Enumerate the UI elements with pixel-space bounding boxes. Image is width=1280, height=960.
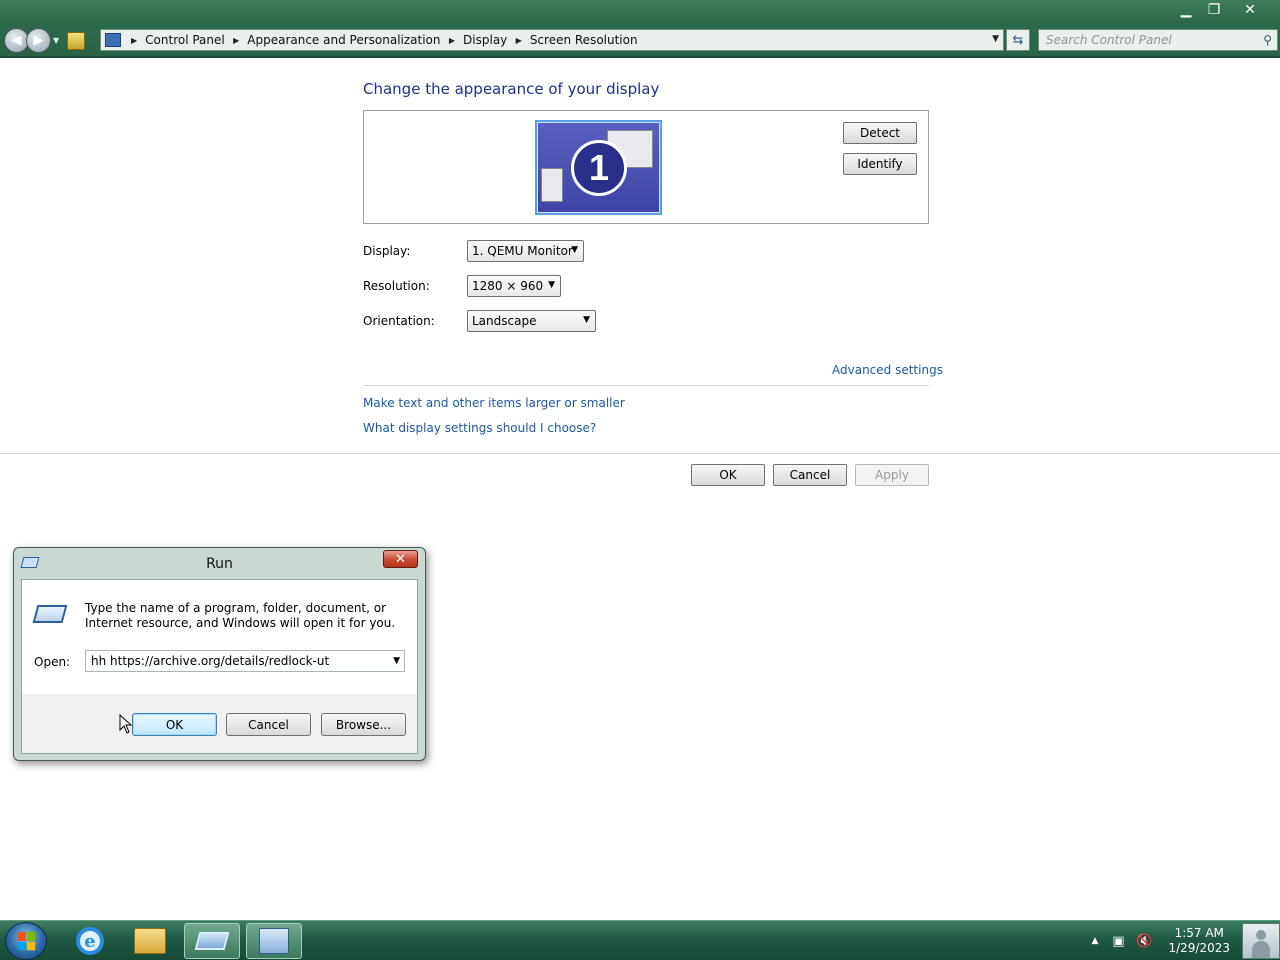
breadcrumb-control-panel[interactable]: Control Panel ▶ [145, 33, 247, 47]
close-icon: ✕ [395, 551, 406, 567]
search-icon[interactable]: ⚲ [1263, 33, 1272, 47]
pointer-arrow-icon [119, 714, 133, 734]
system-tray: ▲ ▣ 🔇 1:57 AM 1/29/2023 [1092, 921, 1230, 960]
divider [363, 385, 929, 386]
monitor-number-badge: 1 [571, 140, 627, 196]
ok-button[interactable]: OK [691, 464, 765, 486]
chevron-down-icon: ▼ [548, 280, 555, 290]
window-controls: ▁ ❐ ✕ [1172, 0, 1272, 20]
chevron-down-icon[interactable]: ▼ [393, 656, 400, 666]
display-settings-help-link[interactable]: What display settings should I choose? [363, 421, 596, 435]
resolution-select-value: 1280 × 960 [472, 279, 544, 293]
orientation-select-value: Landscape [472, 314, 537, 328]
chevron-right-icon: ▶ [513, 35, 522, 45]
clock-date: 1/29/2023 [1168, 941, 1230, 955]
network-icon[interactable]: ▣ [1110, 933, 1126, 949]
breadcrumb-label: Screen Resolution [529, 33, 638, 47]
text-size-link[interactable]: Make text and other items larger or smal… [363, 396, 625, 410]
minimize-button[interactable]: ▁ [1172, 0, 1200, 20]
restore-button[interactable]: ❐ [1200, 0, 1228, 20]
start-button[interactable] [5, 922, 47, 960]
refresh-icon: ⇆ [1012, 32, 1024, 48]
control-panel-icon [259, 928, 289, 954]
search-placeholder: Search Control Panel [1046, 33, 1172, 47]
identify-button[interactable]: Identify [843, 153, 917, 175]
user-icon [1251, 928, 1271, 958]
resolution-label: Resolution: [363, 279, 430, 293]
clock-time: 1:57 AM [1174, 926, 1224, 940]
run-icon [32, 605, 68, 623]
run-dialog: Run ✕ Type the name of a program, folder… [13, 547, 426, 761]
page-title: Change the appearance of your display [363, 80, 660, 98]
address-dropdown-icon[interactable]: ▼ [992, 34, 999, 44]
chevron-down-icon: ▼ [571, 245, 578, 255]
windows-logo-icon [17, 931, 36, 951]
orientation-label: Orientation: [363, 314, 435, 328]
internet-explorer-icon: e [76, 927, 104, 955]
back-arrow-icon: ◀ [11, 33, 22, 48]
run-cancel-button[interactable]: Cancel [226, 713, 311, 736]
chevron-right-icon: ▶ [230, 35, 240, 45]
show-hidden-icons-button[interactable]: ▲ [1092, 936, 1099, 946]
taskbar-internet-explorer[interactable]: e [62, 923, 118, 959]
display-select-value: 1. QEMU Monitor [472, 244, 573, 258]
cancel-button[interactable]: Cancel [773, 464, 847, 486]
advanced-settings-link[interactable]: Advanced settings [832, 363, 943, 377]
run-dialog-title: Run [206, 556, 233, 572]
chevron-right-icon: ▶ [131, 35, 138, 45]
refresh-button[interactable]: ⇆ [1006, 29, 1030, 51]
search-input[interactable]: Search Control Panel ⚲ [1038, 29, 1278, 51]
open-input[interactable]: hh https://archive.org/details/redlock-u… [85, 650, 405, 672]
user-tile[interactable] [1242, 923, 1280, 959]
address-bar[interactable]: ▶ Control Panel ▶ Appearance and Persona… [100, 29, 1004, 51]
navigation-buttons: ◀ ▶ ▼ [4, 28, 86, 53]
resolution-select[interactable]: 1280 × 960 ▼ [467, 275, 561, 297]
display-select[interactable]: 1. QEMU Monitor ▼ [467, 240, 584, 262]
apply-button[interactable]: Apply [855, 464, 929, 486]
display-label: Display: [363, 244, 411, 258]
run-dialog-description: Type the name of a program, folder, docu… [85, 601, 396, 630]
open-label: Open: [34, 655, 71, 669]
open-input-value: hh https://archive.org/details/redlock-u… [91, 654, 330, 668]
breadcrumb-display[interactable]: Display ▶ [463, 33, 530, 47]
chevron-down-icon: ▼ [583, 315, 590, 325]
breadcrumb-label: Appearance and Personalization [247, 33, 441, 47]
monitor-preview-document-icon [541, 168, 563, 202]
breadcrumb-label: Control Panel [145, 33, 225, 47]
up-folder-icon[interactable] [67, 31, 86, 50]
folder-icon [134, 928, 166, 954]
forward-button[interactable]: ▶ [26, 28, 51, 53]
run-icon [194, 932, 230, 950]
footer-divider [0, 453, 1280, 454]
run-ok-button[interactable]: OK [132, 713, 217, 736]
chevron-right-icon: ▶ [446, 35, 456, 45]
breadcrumb-root-arrow[interactable]: ▶ [129, 36, 145, 45]
taskbar-control-panel[interactable] [246, 923, 302, 959]
orientation-select[interactable]: Landscape ▼ [467, 310, 596, 332]
control-panel-icon [105, 33, 121, 47]
close-button[interactable]: ✕ [1228, 0, 1272, 20]
volume-muted-icon[interactable]: 🔇 [1136, 933, 1152, 949]
forward-arrow-icon: ▶ [33, 33, 44, 48]
detect-button[interactable]: Detect [843, 122, 917, 144]
breadcrumb-appearance[interactable]: Appearance and Personalization ▶ [247, 33, 463, 47]
monitor-1-tile[interactable]: 1 [535, 120, 662, 215]
monitor-arrangement-panel: 1 Detect Identify [363, 110, 929, 224]
breadcrumb-label: Display [463, 33, 508, 47]
window-chrome: ▁ ❐ ✕ ◀ ▶ ▼ ▶ Control Panel ▶ Appearance… [0, 0, 1280, 58]
recent-pages-dropdown-icon[interactable]: ▼ [53, 36, 59, 45]
taskbar: e ▲ ▣ 🔇 1:57 AM 1/29/2023 [0, 920, 1280, 960]
clock[interactable]: 1:57 AM 1/29/2023 [1168, 926, 1230, 956]
run-browse-button[interactable]: Browse... [321, 713, 406, 736]
taskbar-run[interactable] [184, 923, 240, 959]
close-button[interactable]: ✕ [383, 550, 418, 568]
taskbar-file-explorer[interactable] [122, 923, 178, 959]
breadcrumb-screen-resolution[interactable]: Screen Resolution [530, 33, 638, 47]
